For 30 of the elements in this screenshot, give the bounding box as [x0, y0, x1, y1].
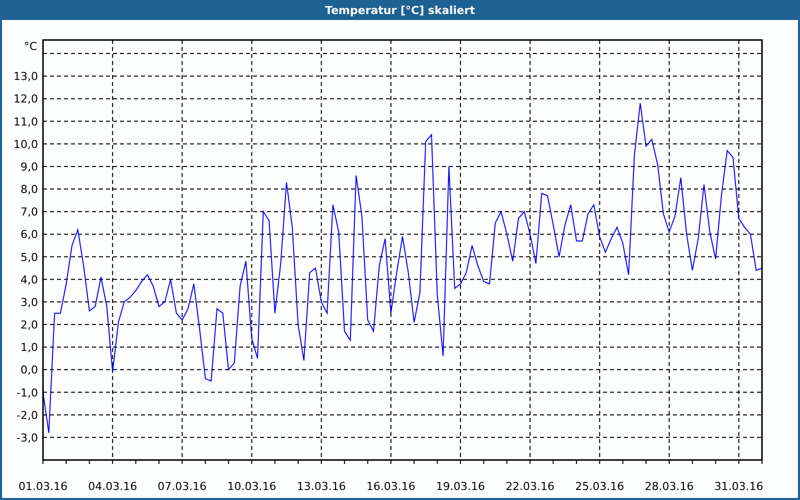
y-tick-label: 8,0	[20, 183, 38, 196]
x-tick-label: 13.03.16	[296, 480, 346, 493]
y-tick-label: -2,0	[16, 408, 38, 422]
y-tick-label: 6,0	[20, 228, 38, 242]
x-tick-label: 07.03.16	[158, 480, 207, 493]
y-tick-label: 4,0	[20, 273, 38, 286]
window-title: Temperatur [°C] skaliert	[325, 4, 475, 16]
y-tick-label: -1,0	[16, 386, 38, 400]
y-tick-label: 10,0	[14, 138, 38, 151]
x-tick-label: 19.03.16	[436, 480, 485, 493]
y-tick-label: 12,0	[14, 92, 38, 106]
y-tick-label: 2,0	[20, 318, 38, 332]
y-tick-label: 3,0	[20, 296, 38, 309]
x-tick-label: 31.03.16	[714, 480, 764, 493]
x-tick-label: 16.03.16	[366, 480, 416, 493]
y-tick-label: 5,0	[20, 250, 38, 264]
x-tick-label: 25.03.16	[575, 480, 624, 493]
x-tick-label: 01.03.16	[18, 480, 68, 493]
x-tick-label: 28.03.16	[644, 480, 694, 493]
y-tick-label: 13,0	[14, 70, 38, 84]
x-tick-label: 10.03.16	[227, 480, 276, 493]
y-tick-label: -3,0	[16, 431, 38, 444]
y-tick-label: 11,0	[14, 115, 38, 128]
y-tick-label: 1,0	[20, 341, 38, 354]
y-tick-label: 0,0	[20, 364, 38, 377]
y-tick-label: 9,0	[20, 160, 38, 174]
x-tick-label: 04.03.16	[88, 480, 138, 493]
y-tick-label: 7,0	[20, 206, 38, 219]
axis-unit-label: °C	[24, 40, 37, 53]
x-tick-label: 22.03.16	[506, 480, 555, 493]
